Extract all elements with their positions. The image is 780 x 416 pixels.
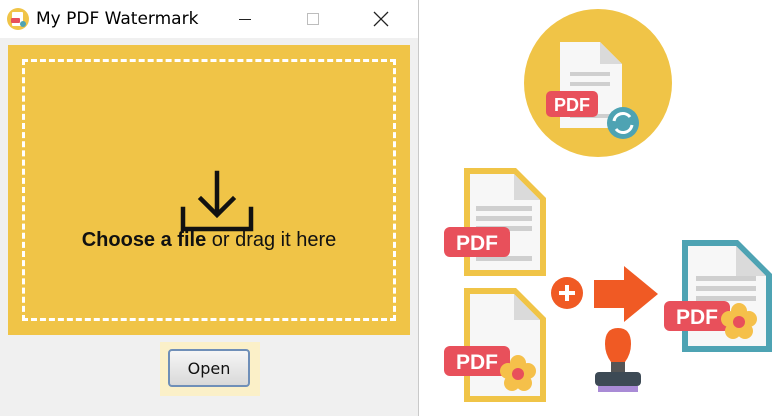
pdf-label: PDF: [456, 232, 498, 255]
minimize-button[interactable]: [222, 0, 268, 38]
maximize-button[interactable]: [290, 0, 336, 38]
open-button[interactable]: Open: [168, 349, 250, 387]
arrow-right-icon: [594, 266, 658, 322]
app-window: My PDF Watermark Choose a file or drag i…: [0, 0, 419, 416]
pdf-document-icon: PDF: [444, 288, 546, 402]
drag-here-text: or drag it here: [206, 229, 337, 251]
close-icon: [373, 11, 389, 27]
drop-zone-instruction: Choose a file or drag it here: [0, 229, 418, 252]
file-drop-zone[interactable]: [8, 45, 410, 335]
minimize-icon: [239, 18, 251, 20]
plus-icon: [551, 277, 583, 309]
choose-file-text: Choose a file: [81, 229, 207, 251]
download-icon: [180, 170, 254, 232]
pdf-document-icon: PDF: [664, 240, 772, 352]
maximize-icon: [307, 13, 319, 25]
stamp-icon: [595, 328, 641, 392]
title-bar[interactable]: My PDF Watermark: [0, 0, 418, 38]
pdf-label: PDF: [456, 351, 498, 374]
pdf-watermark-app-icon: [7, 8, 29, 30]
pdf-label: PDF: [554, 95, 590, 115]
watermark-illustration: PDF PDF PDF PDF: [444, 9, 772, 402]
open-button-focus-area: Open: [160, 342, 260, 396]
window-title: My PDF Watermark: [36, 9, 199, 29]
pdf-document-icon: PDF: [444, 168, 546, 276]
close-button[interactable]: [358, 0, 404, 38]
pdf-convert-icon: PDF: [524, 9, 672, 157]
pdf-label: PDF: [676, 306, 718, 329]
